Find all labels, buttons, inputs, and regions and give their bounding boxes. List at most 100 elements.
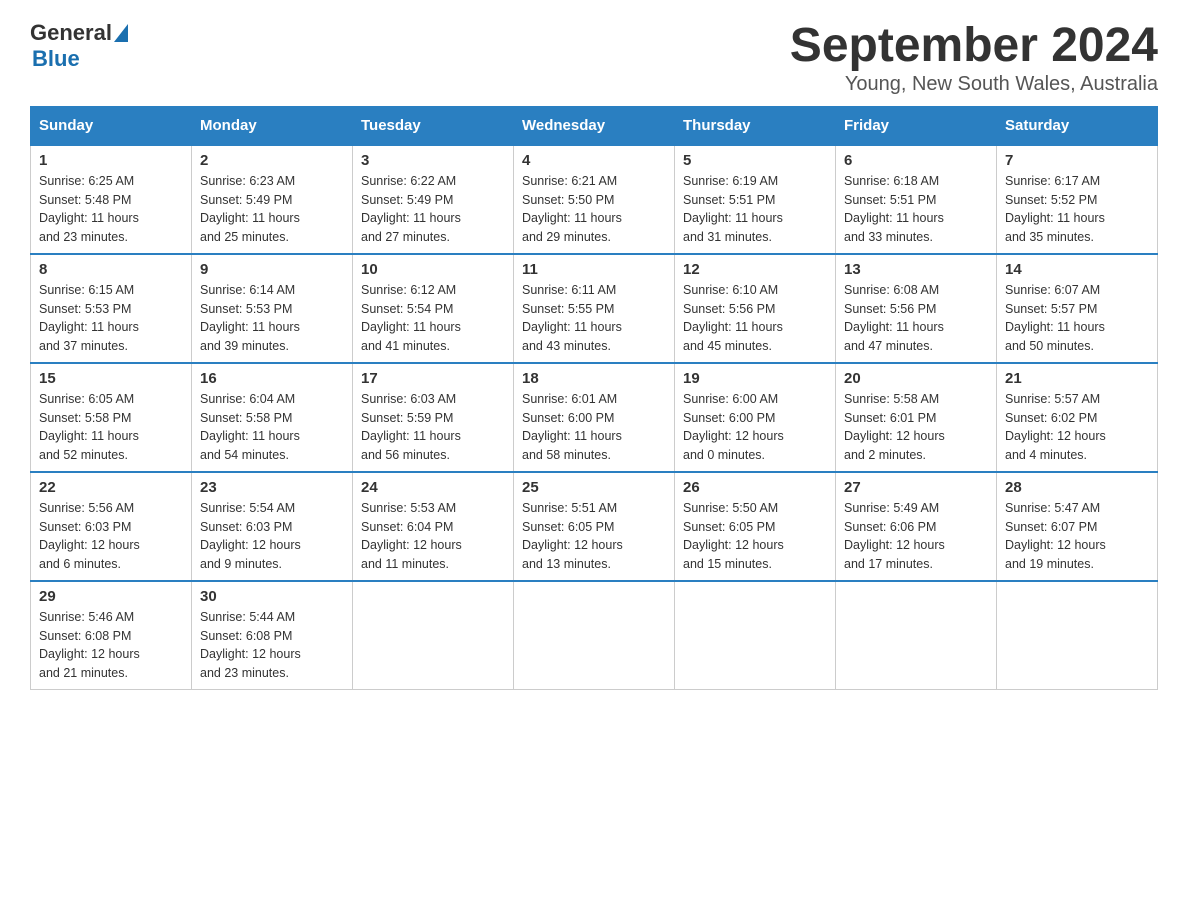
- day-number: 18: [522, 370, 666, 387]
- day-info: Sunrise: 6:03 AMSunset: 5:59 PMDaylight:…: [361, 392, 461, 462]
- day-of-week-header: Tuesday: [353, 106, 514, 145]
- logo-blue-text: Blue: [32, 46, 80, 72]
- day-number: 30: [200, 588, 344, 605]
- calendar-day-cell: 12 Sunrise: 6:10 AMSunset: 5:56 PMDayligh…: [675, 254, 836, 363]
- logo: General Blue: [30, 20, 128, 72]
- calendar-day-cell: 29Sunrise: 5:46 AMSunset: 6:08 PMDayligh…: [31, 581, 192, 690]
- day-number: 22: [39, 479, 183, 496]
- calendar-day-cell: 28Sunrise: 5:47 AMSunset: 6:07 PMDayligh…: [997, 472, 1158, 581]
- day-number: 27: [844, 479, 988, 496]
- calendar-day-cell: 13 Sunrise: 6:08 AMSunset: 5:56 PMDayligh…: [836, 254, 997, 363]
- calendar-day-cell: 21 Sunrise: 5:57 AMSunset: 6:02 PMDayligh…: [997, 363, 1158, 472]
- calendar-week-row: 1 Sunrise: 6:25 AMSunset: 5:48 PMDaylight…: [31, 145, 1158, 254]
- day-number: 9: [200, 261, 344, 278]
- day-number: 8: [39, 261, 183, 278]
- day-info: Sunrise: 5:56 AMSunset: 6:03 PMDaylight:…: [39, 501, 140, 571]
- day-info: Sunrise: 6:17 AMSunset: 5:52 PMDaylight:…: [1005, 174, 1105, 244]
- day-info: Sunrise: 6:25 AMSunset: 5:48 PMDaylight:…: [39, 174, 139, 244]
- day-info: Sunrise: 6:10 AMSunset: 5:56 PMDaylight:…: [683, 283, 783, 353]
- day-number: 29: [39, 588, 183, 605]
- day-number: 2: [200, 152, 344, 169]
- day-info: Sunrise: 6:18 AMSunset: 5:51 PMDaylight:…: [844, 174, 944, 244]
- day-info: Sunrise: 6:07 AMSunset: 5:57 PMDaylight:…: [1005, 283, 1105, 353]
- day-number: 20: [844, 370, 988, 387]
- calendar-day-cell: 20 Sunrise: 5:58 AMSunset: 6:01 PMDayligh…: [836, 363, 997, 472]
- day-number: 5: [683, 152, 827, 169]
- day-number: 19: [683, 370, 827, 387]
- calendar-day-cell: [353, 581, 514, 690]
- day-number: 7: [1005, 152, 1149, 169]
- calendar-day-cell: 26 Sunrise: 5:50 AMSunset: 6:05 PMDayligh…: [675, 472, 836, 581]
- day-number: 13: [844, 261, 988, 278]
- day-number: 25: [522, 479, 666, 496]
- calendar-day-cell: 10 Sunrise: 6:12 AMSunset: 5:54 PMDayligh…: [353, 254, 514, 363]
- calendar-day-cell: [514, 581, 675, 690]
- day-info: Sunrise: 6:11 AMSunset: 5:55 PMDaylight:…: [522, 283, 622, 353]
- calendar-week-row: 8 Sunrise: 6:15 AMSunset: 5:53 PMDaylight…: [31, 254, 1158, 363]
- day-info: Sunrise: 5:44 AMSunset: 6:08 PMDaylight:…: [200, 610, 301, 680]
- calendar-day-cell: 14 Sunrise: 6:07 AMSunset: 5:57 PMDayligh…: [997, 254, 1158, 363]
- calendar-day-cell: 22 Sunrise: 5:56 AMSunset: 6:03 PMDayligh…: [31, 472, 192, 581]
- calendar-day-cell: [675, 581, 836, 690]
- day-info: Sunrise: 5:51 AMSunset: 6:05 PMDaylight:…: [522, 501, 623, 571]
- day-of-week-header: Friday: [836, 106, 997, 145]
- calendar-day-cell: 15Sunrise: 6:05 AMSunset: 5:58 PMDayligh…: [31, 363, 192, 472]
- day-info: Sunrise: 6:04 AMSunset: 5:58 PMDaylight:…: [200, 392, 300, 462]
- calendar-day-cell: 3 Sunrise: 6:22 AMSunset: 5:49 PMDaylight…: [353, 145, 514, 254]
- calendar-day-cell: 25 Sunrise: 5:51 AMSunset: 6:05 PMDayligh…: [514, 472, 675, 581]
- calendar-day-cell: 4 Sunrise: 6:21 AMSunset: 5:50 PMDaylight…: [514, 145, 675, 254]
- calendar-day-cell: 11 Sunrise: 6:11 AMSunset: 5:55 PMDayligh…: [514, 254, 675, 363]
- day-number: 10: [361, 261, 505, 278]
- day-info: Sunrise: 6:00 AMSunset: 6:00 PMDaylight:…: [683, 392, 784, 462]
- day-info: Sunrise: 5:57 AMSunset: 6:02 PMDaylight:…: [1005, 392, 1106, 462]
- calendar-day-cell: [997, 581, 1158, 690]
- calendar-week-row: 15Sunrise: 6:05 AMSunset: 5:58 PMDayligh…: [31, 363, 1158, 472]
- calendar-week-row: 22 Sunrise: 5:56 AMSunset: 6:03 PMDayligh…: [31, 472, 1158, 581]
- day-info: Sunrise: 6:12 AMSunset: 5:54 PMDaylight:…: [361, 283, 461, 353]
- calendar-day-cell: 2 Sunrise: 6:23 AMSunset: 5:49 PMDaylight…: [192, 145, 353, 254]
- day-info: Sunrise: 6:14 AMSunset: 5:53 PMDaylight:…: [200, 283, 300, 353]
- day-number: 16: [200, 370, 344, 387]
- day-number: 12: [683, 261, 827, 278]
- day-info: Sunrise: 6:21 AMSunset: 5:50 PMDaylight:…: [522, 174, 622, 244]
- day-of-week-header: Saturday: [997, 106, 1158, 145]
- day-info: Sunrise: 5:58 AMSunset: 6:01 PMDaylight:…: [844, 392, 945, 462]
- calendar-day-cell: 24Sunrise: 5:53 AMSunset: 6:04 PMDayligh…: [353, 472, 514, 581]
- calendar-header-row: SundayMondayTuesdayWednesdayThursdayFrid…: [31, 106, 1158, 145]
- day-info: Sunrise: 6:01 AMSunset: 6:00 PMDaylight:…: [522, 392, 622, 462]
- day-of-week-header: Sunday: [31, 106, 192, 145]
- day-number: 6: [844, 152, 988, 169]
- day-number: 21: [1005, 370, 1149, 387]
- day-info: Sunrise: 6:08 AMSunset: 5:56 PMDaylight:…: [844, 283, 944, 353]
- day-info: Sunrise: 6:22 AMSunset: 5:49 PMDaylight:…: [361, 174, 461, 244]
- day-info: Sunrise: 5:50 AMSunset: 6:05 PMDaylight:…: [683, 501, 784, 571]
- day-of-week-header: Wednesday: [514, 106, 675, 145]
- day-of-week-header: Thursday: [675, 106, 836, 145]
- day-of-week-header: Monday: [192, 106, 353, 145]
- day-info: Sunrise: 6:23 AMSunset: 5:49 PMDaylight:…: [200, 174, 300, 244]
- day-number: 26: [683, 479, 827, 496]
- logo-general-text: General: [30, 20, 112, 46]
- day-info: Sunrise: 5:54 AMSunset: 6:03 PMDaylight:…: [200, 501, 301, 571]
- day-number: 1: [39, 152, 183, 169]
- calendar-day-cell: 16 Sunrise: 6:04 AMSunset: 5:58 PMDayligh…: [192, 363, 353, 472]
- day-info: Sunrise: 6:15 AMSunset: 5:53 PMDaylight:…: [39, 283, 139, 353]
- title-block: September 2024 Young, New South Wales, A…: [790, 20, 1158, 96]
- calendar-day-cell: 19 Sunrise: 6:00 AMSunset: 6:00 PMDayligh…: [675, 363, 836, 472]
- day-number: 11: [522, 261, 666, 278]
- page-header: General Blue September 2024 Young, New S…: [30, 20, 1158, 96]
- calendar-day-cell: 7 Sunrise: 6:17 AMSunset: 5:52 PMDaylight…: [997, 145, 1158, 254]
- calendar-day-cell: 27Sunrise: 5:49 AMSunset: 6:06 PMDayligh…: [836, 472, 997, 581]
- day-number: 3: [361, 152, 505, 169]
- calendar-day-cell: [836, 581, 997, 690]
- calendar-table: SundayMondayTuesdayWednesdayThursdayFrid…: [30, 106, 1158, 690]
- day-number: 4: [522, 152, 666, 169]
- day-info: Sunrise: 5:53 AMSunset: 6:04 PMDaylight:…: [361, 501, 462, 571]
- calendar-day-cell: 6 Sunrise: 6:18 AMSunset: 5:51 PMDaylight…: [836, 145, 997, 254]
- calendar-day-cell: 8 Sunrise: 6:15 AMSunset: 5:53 PMDaylight…: [31, 254, 192, 363]
- logo-triangle-icon: [114, 24, 128, 42]
- day-number: 14: [1005, 261, 1149, 278]
- day-number: 15: [39, 370, 183, 387]
- calendar-day-cell: 9 Sunrise: 6:14 AMSunset: 5:53 PMDaylight…: [192, 254, 353, 363]
- day-number: 28: [1005, 479, 1149, 496]
